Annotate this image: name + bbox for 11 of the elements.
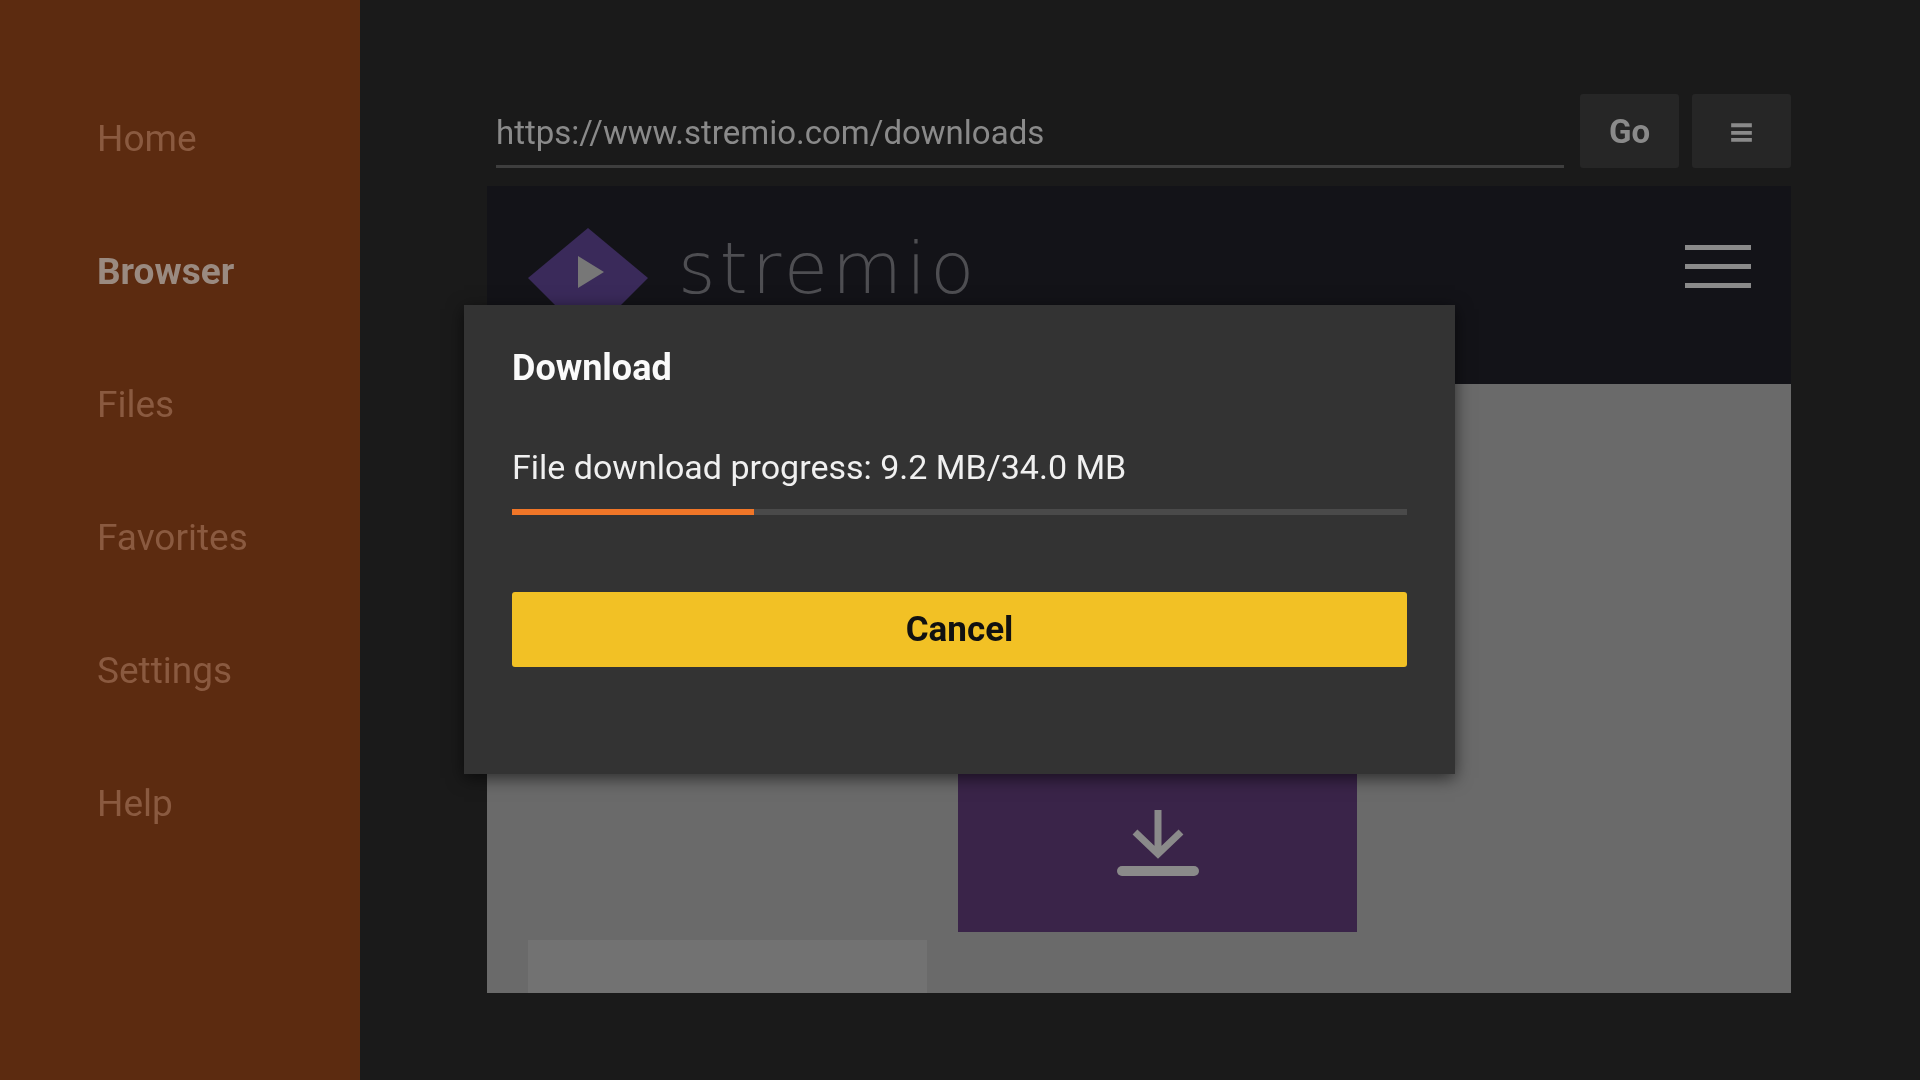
dialog-title: Download [512, 347, 672, 389]
url-field[interactable]: https://www.stremio.com/downloads [496, 94, 1564, 168]
progress-message: File download progress: 9.2 MB/34.0 MB [512, 447, 1127, 487]
menu-button[interactable]: ≡ [1692, 94, 1791, 168]
download-icon [1116, 808, 1199, 878]
cancel-button[interactable]: Cancel [512, 592, 1407, 667]
logo-icon [528, 228, 648, 308]
go-button[interactable]: Go [1580, 94, 1679, 168]
menu-icon[interactable] [1685, 245, 1751, 289]
sidebar-item[interactable]: Browser [97, 253, 235, 291]
logo-text: stremio [678, 226, 979, 310]
